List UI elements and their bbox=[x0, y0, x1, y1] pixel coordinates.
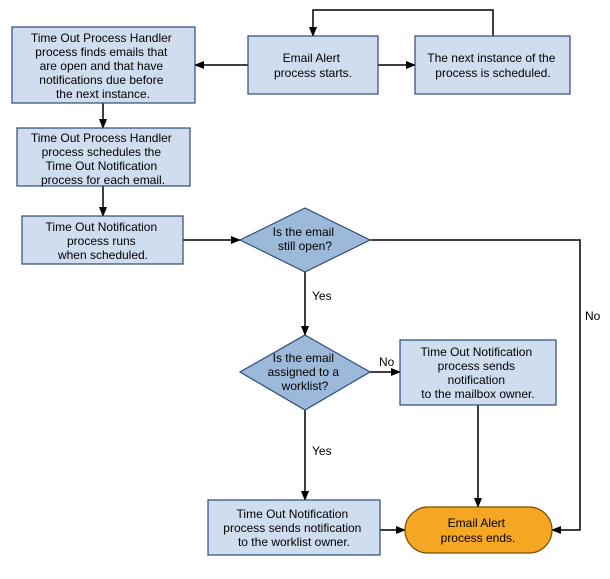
node-runs: Time Out Notification process runs when … bbox=[22, 216, 183, 264]
node-start: Email Alert process starts. bbox=[248, 36, 378, 94]
edge-d1-no-label: No bbox=[585, 309, 601, 323]
svg-text:Email Alert process ends: Email Alert process ends. bbox=[441, 516, 516, 545]
node-scheduleeach: Time Out Process Handler process schedul… bbox=[17, 128, 190, 187]
node-schedule: The next instance of the process is sche… bbox=[415, 36, 570, 94]
edge-d1-yes-label: Yes bbox=[312, 289, 332, 303]
flowchart-canvas: Yes No No Yes Email Alert process starts… bbox=[0, 0, 610, 579]
node-decision-open: Is the email still open? bbox=[240, 208, 370, 272]
edge-d2-no-label: No bbox=[379, 355, 395, 369]
node-mailbox: Time Out Notification process sends noti… bbox=[400, 340, 556, 405]
svg-text:Time Out Process Handler: Time Out Process Handler process schedul… bbox=[31, 131, 175, 187]
svg-text:The next instance of the: The next instance of the process is sche… bbox=[427, 51, 558, 80]
node-find: Time Out Process Handler process finds e… bbox=[12, 27, 195, 103]
edge-schedule-to-start bbox=[313, 10, 493, 36]
edge-d2-yes-label: Yes bbox=[312, 444, 332, 458]
svg-text:Time Out Notification pr: Time Out Notification process sends noti… bbox=[223, 507, 364, 549]
node-worklist: Time Out Notification process sends noti… bbox=[208, 500, 380, 555]
node-end: Email Alert process ends. bbox=[405, 507, 552, 553]
svg-text:Is the email still open?: Is the email still open? bbox=[273, 225, 338, 253]
svg-text:Email Alert process star: Email Alert process starts. bbox=[274, 51, 352, 80]
node-decision-worklist: Is the email assigned to a worklist? bbox=[240, 335, 370, 410]
